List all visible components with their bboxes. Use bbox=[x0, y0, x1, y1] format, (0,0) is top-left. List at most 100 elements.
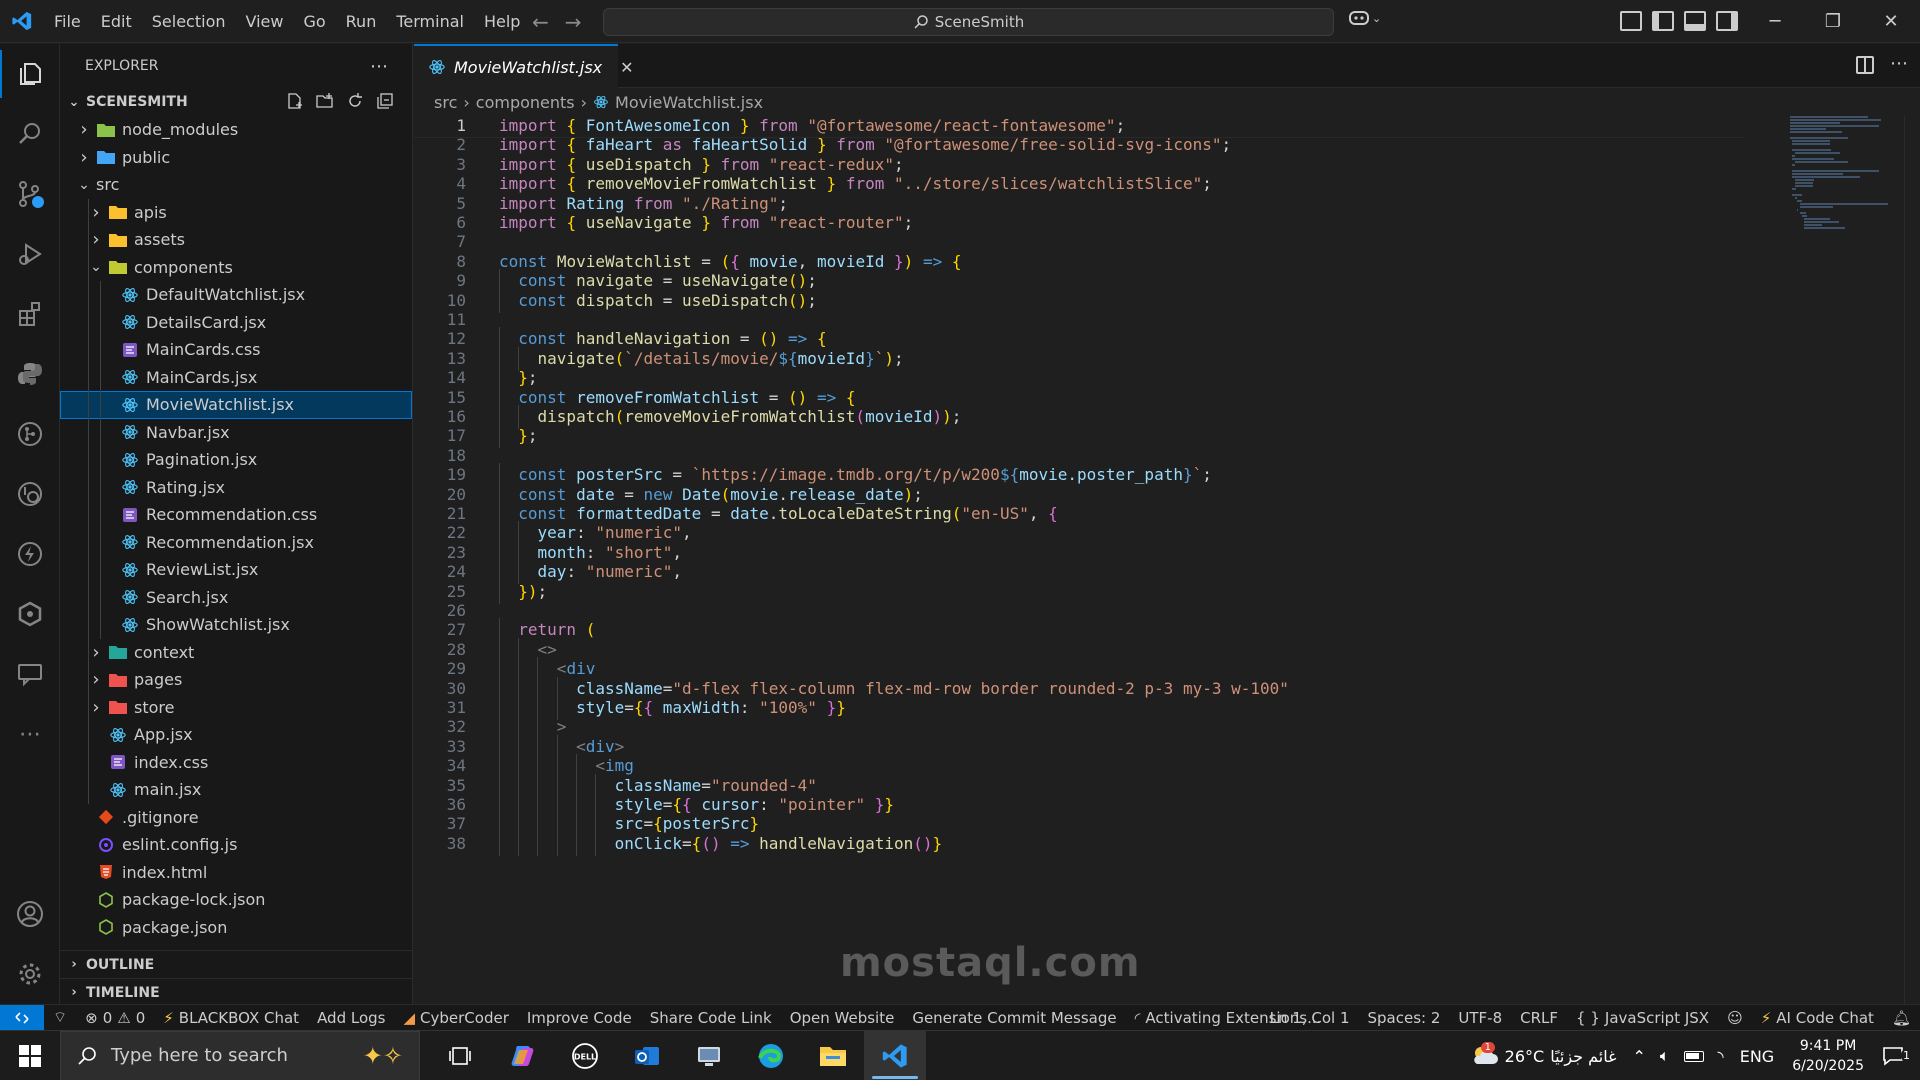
source-control-icon[interactable] bbox=[0, 164, 60, 224]
file-item[interactable]: ShowWatchlist.jsx bbox=[60, 611, 412, 639]
file-item[interactable]: Search.jsx bbox=[60, 583, 412, 611]
minimize-icon[interactable]: ─ bbox=[1746, 0, 1804, 43]
broadcast-icon[interactable]: ⌔ bbox=[44, 1008, 76, 1027]
taskbar-search[interactable]: Type here to search ✦✧ bbox=[60, 1030, 420, 1080]
file-item[interactable]: MovieWatchlist.jsx bbox=[60, 391, 412, 419]
menu-terminal[interactable]: Terminal bbox=[386, 0, 474, 43]
chat-icon[interactable] bbox=[0, 644, 60, 704]
file-item[interactable]: .gitignore bbox=[60, 804, 412, 832]
folder-item[interactable]: › context bbox=[60, 638, 412, 666]
file-item[interactable]: ReviewList.jsx bbox=[60, 556, 412, 584]
file-item[interactable]: index.css bbox=[60, 748, 412, 776]
search-icon[interactable] bbox=[0, 104, 60, 164]
command-center-search[interactable]: SceneSmith bbox=[603, 8, 1334, 36]
menu-selection[interactable]: Selection bbox=[142, 0, 236, 43]
workspace-root[interactable]: ⌄ SCENESMITH bbox=[60, 88, 412, 116]
file-item[interactable]: Recommendation.jsx bbox=[60, 528, 412, 556]
menu-view[interactable]: View bbox=[236, 0, 294, 43]
close-window-icon[interactable]: ✕ bbox=[1862, 0, 1920, 43]
new-file-icon[interactable] bbox=[286, 92, 304, 110]
notification-center-icon[interactable]: 1 bbox=[1874, 1046, 1920, 1066]
blackbox-chat-button[interactable]: ⚡ BLACKBOX Chat bbox=[154, 1009, 308, 1027]
task-view-icon[interactable] bbox=[430, 1031, 492, 1080]
copilot-app-icon[interactable] bbox=[492, 1031, 554, 1080]
file-item[interactable]: Recommendation.css bbox=[60, 501, 412, 529]
add-logs-button[interactable]: Add Logs bbox=[308, 1009, 394, 1027]
improve-code-button[interactable]: Improve Code bbox=[518, 1009, 641, 1027]
toggle-primary-sidebar-icon[interactable] bbox=[1652, 11, 1674, 31]
collapse-all-icon[interactable] bbox=[376, 92, 394, 110]
folder-item[interactable]: › store bbox=[60, 693, 412, 721]
folder-item[interactable]: › node_modules bbox=[60, 116, 412, 144]
battery-icon[interactable] bbox=[1683, 1050, 1704, 1062]
lightning-icon[interactable] bbox=[0, 524, 60, 584]
windows-start-icon[interactable] bbox=[0, 1031, 60, 1080]
breadcrumb-src[interactable]: src bbox=[434, 93, 457, 112]
encoding[interactable]: UTF-8 bbox=[1449, 1009, 1511, 1027]
new-folder-icon[interactable] bbox=[316, 92, 334, 110]
dell-icon[interactable]: DELL bbox=[554, 1031, 616, 1080]
clock[interactable]: 9:41 PM 6/20/2025 bbox=[1782, 1036, 1874, 1076]
folder-item[interactable]: › pages bbox=[60, 666, 412, 694]
account-icon[interactable] bbox=[0, 884, 60, 944]
cursor-position[interactable]: Ln 1, Col 1 bbox=[1261, 1009, 1359, 1027]
vscode-taskbar-icon[interactable] bbox=[864, 1030, 926, 1080]
file-item[interactable]: package.json bbox=[60, 914, 412, 942]
folder-item[interactable]: › public bbox=[60, 144, 412, 172]
toggle-panel-icon[interactable] bbox=[1684, 11, 1706, 31]
gitlens-icon[interactable] bbox=[0, 404, 60, 464]
folder-item[interactable]: ⌄ src bbox=[60, 171, 412, 199]
line-ending[interactable]: CRLF bbox=[1511, 1009, 1567, 1027]
folder-item[interactable]: › apis bbox=[60, 198, 412, 226]
language-mode[interactable]: { } JavaScript JSX bbox=[1567, 1009, 1718, 1027]
toggle-secondary-sidebar-icon[interactable] bbox=[1716, 11, 1738, 31]
file-item[interactable]: Pagination.jsx bbox=[60, 446, 412, 474]
menu-edit[interactable]: Edit bbox=[91, 0, 142, 43]
code-editor[interactable]: 1 import { FontAwesomeIcon } from "@forta… bbox=[414, 116, 1920, 1004]
close-icon[interactable]: ✕ bbox=[620, 58, 633, 77]
more-actions-icon[interactable]: ⋯ bbox=[1890, 55, 1908, 74]
file-item[interactable]: MainCards.jsx bbox=[60, 363, 412, 391]
file-item[interactable]: eslint.config.js bbox=[60, 831, 412, 859]
run-debug-icon[interactable] bbox=[0, 224, 60, 284]
outlook-icon[interactable] bbox=[616, 1031, 678, 1080]
menu-go[interactable]: Go bbox=[293, 0, 335, 43]
cybercoder-button[interactable]: ◢ CyberCoder bbox=[394, 1009, 517, 1027]
customize-layout-icon[interactable] bbox=[1620, 11, 1642, 31]
extensions-icon[interactable] bbox=[0, 284, 60, 344]
remote-indicator-icon[interactable] bbox=[0, 1004, 44, 1031]
tab-moviewatchlist[interactable]: MovieWatchlist.jsx ✕ bbox=[414, 44, 634, 88]
menu-help[interactable]: Help bbox=[474, 0, 530, 43]
show-hidden-icons-icon[interactable]: ⌃ bbox=[1633, 1047, 1646, 1066]
vertical-scrollbar[interactable] bbox=[1904, 116, 1920, 1004]
outline-section[interactable]: › OUTLINE bbox=[60, 950, 413, 978]
file-item[interactable]: DetailsCard.jsx bbox=[60, 308, 412, 336]
language-indicator[interactable]: ENG bbox=[1732, 1047, 1782, 1066]
forward-arrow-icon[interactable]: → bbox=[565, 10, 582, 34]
python-icon[interactable] bbox=[0, 344, 60, 404]
refresh-icon[interactable] bbox=[346, 92, 364, 110]
code-line[interactable]: 38 onClick={() => handleNavigation()} bbox=[414, 831, 1744, 856]
weather-widget[interactable]: 1 26°C غائم جزئيًا bbox=[1461, 1042, 1625, 1068]
ai-code-chat-button[interactable]: ⚡ AI Code Chat bbox=[1752, 1009, 1883, 1027]
breadcrumb-components[interactable]: components bbox=[476, 93, 575, 112]
share-code-link-button[interactable]: Share Code Link bbox=[641, 1009, 781, 1027]
file-item[interactable]: Navbar.jsx bbox=[60, 418, 412, 446]
split-editor-icon[interactable] bbox=[1856, 56, 1874, 74]
folder-item[interactable]: ⌄ components bbox=[60, 253, 412, 281]
edge-icon[interactable] bbox=[740, 1031, 802, 1080]
timeline-section[interactable]: › TIMELINE bbox=[60, 978, 413, 1006]
file-item[interactable]: DefaultWatchlist.jsx bbox=[60, 281, 412, 309]
hexagon-icon[interactable] bbox=[0, 584, 60, 644]
remote-desktop-icon[interactable] bbox=[678, 1031, 740, 1080]
breadcrumb-file[interactable]: MovieWatchlist.jsx bbox=[615, 93, 763, 112]
remote-explorer-icon[interactable] bbox=[0, 464, 60, 524]
open-website-button[interactable]: Open Website bbox=[781, 1009, 904, 1027]
wifi-icon[interactable]: ◝ bbox=[1718, 1047, 1724, 1066]
file-item[interactable]: package-lock.json bbox=[60, 886, 412, 914]
more-actions-icon[interactable]: ⋯ bbox=[370, 56, 388, 77]
problems-indicator[interactable]: ⊗ 0 ⚠ 0 bbox=[76, 1009, 154, 1027]
folder-item[interactable]: › assets bbox=[60, 226, 412, 254]
speaker-icon[interactable]: 🔈︎ bbox=[1660, 1046, 1670, 1066]
more-icon[interactable]: ⋯ bbox=[0, 704, 60, 764]
